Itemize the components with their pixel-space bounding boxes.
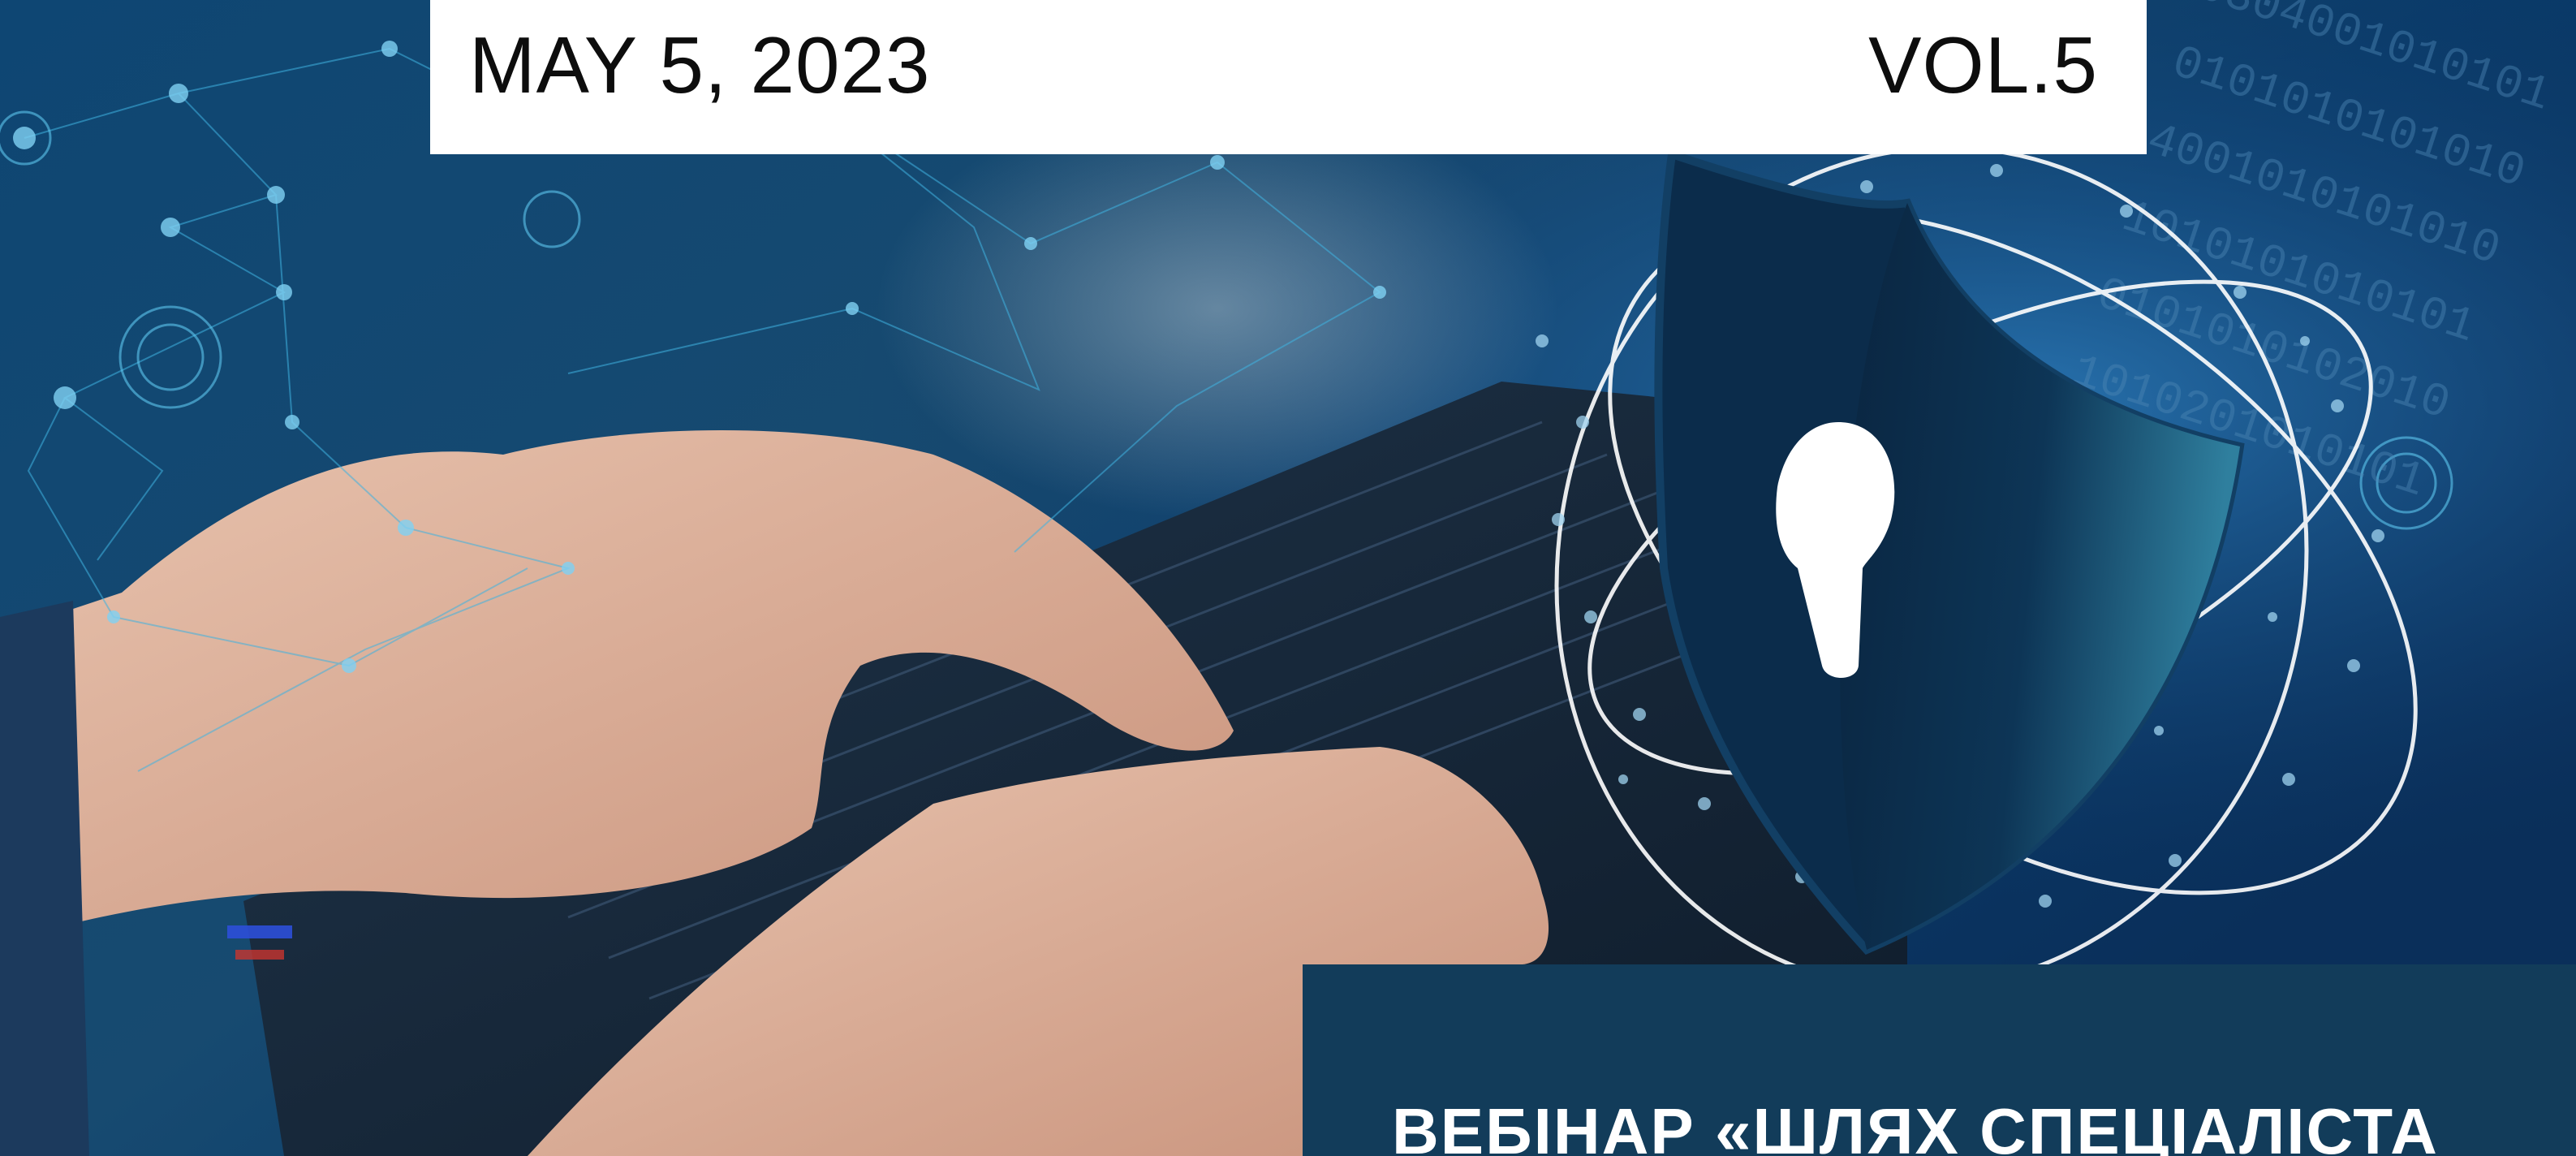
- webinar-title: ВЕБІНАР «ШЛЯХ СПЕЦІАЛІСТА: [1392, 1095, 2439, 1156]
- header-bar: MAY 5, 2023 VOL.5: [430, 0, 2147, 154]
- issue-date: MAY 5, 2023: [469, 20, 931, 110]
- title-panel: ВЕБІНАР «ШЛЯХ СПЕЦІАЛІСТА: [1303, 964, 2576, 1156]
- issue-volume: VOL.5: [1868, 20, 2098, 110]
